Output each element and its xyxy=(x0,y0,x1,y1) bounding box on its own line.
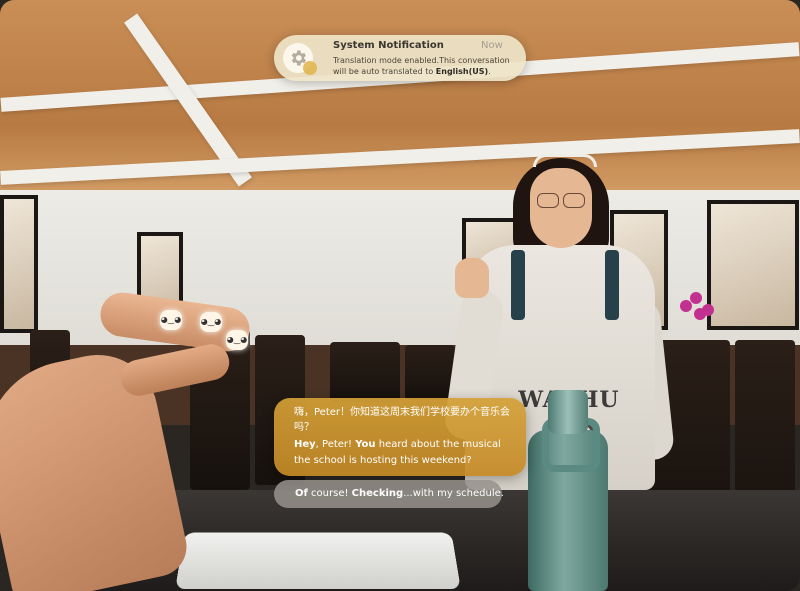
text-segment: You xyxy=(355,439,376,450)
text-segment: Peter xyxy=(322,439,349,450)
notification-time: Now xyxy=(481,40,503,51)
face xyxy=(530,168,592,248)
orchid-flower xyxy=(680,290,720,320)
notification-body: Translation mode enabled.This conversati… xyxy=(333,55,519,77)
text-segment: ...with my schedule. xyxy=(403,488,504,499)
finger-ring-icon: ◕‿◕ xyxy=(160,310,182,330)
glasses xyxy=(535,193,587,208)
finger-ring-icon: ◕‿◕ xyxy=(226,330,248,350)
backpack-strap xyxy=(511,250,525,320)
headband xyxy=(533,154,597,167)
notification-language: English(US) xyxy=(435,67,489,76)
waving-hand xyxy=(455,258,489,298)
finger-ring-icon: ◕‿◕ xyxy=(200,312,222,332)
chair xyxy=(330,342,400,402)
notification-title: System Notification xyxy=(333,40,444,51)
reply-bubble[interactable]: Of course! Checking...with my schedule. xyxy=(274,480,504,508)
notification-body-end: . xyxy=(488,67,491,76)
translated-speech-text: Hey, Peter! You heard about the musical … xyxy=(294,437,520,469)
system-notification[interactable]: System Notification Now Translation mode… xyxy=(274,35,526,81)
text-segment: Checking xyxy=(351,488,404,499)
user-hand: ◕‿◕ ◕‿◕ ◕‿◕ xyxy=(0,289,253,591)
backpack-strap xyxy=(605,250,619,320)
text-segment: Hey xyxy=(294,439,316,450)
gear-icon xyxy=(283,43,317,75)
chair xyxy=(405,345,455,400)
text-segment: course! xyxy=(307,488,352,499)
original-speech-text: 嗨，Peter！你知道这周末我们学校要办个音乐会吗？ xyxy=(294,407,511,433)
text-segment: Of xyxy=(295,488,308,499)
water-bottle xyxy=(528,390,608,591)
wall-mirror xyxy=(707,200,799,330)
translation-bubble: 嗨，Peter！你知道这周末我们学校要办个音乐会吗？ Hey, Peter! Y… xyxy=(274,398,526,476)
